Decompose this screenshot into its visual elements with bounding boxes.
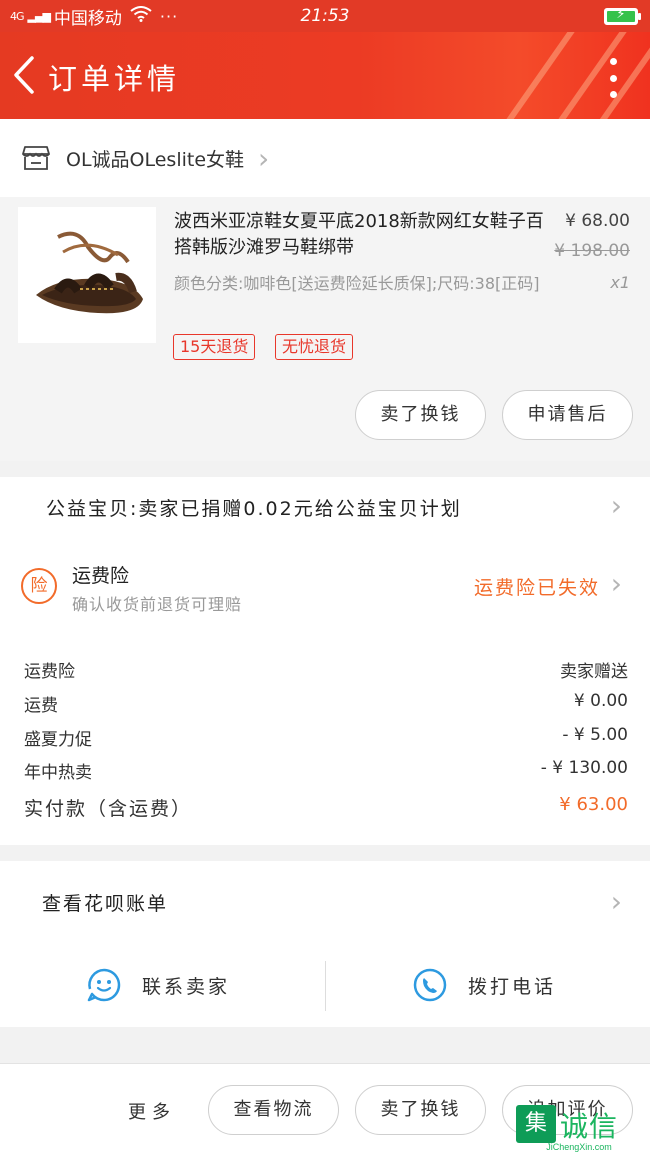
phone-icon — [413, 968, 447, 1002]
page-title: 订单详情 — [48, 62, 181, 96]
insurance-subtitle: 确认收货前退货可理赔 — [72, 595, 243, 614]
more-actions-button[interactable]: 更多 — [128, 1098, 176, 1124]
sell-for-cash-button[interactable]: 卖了换钱 — [355, 390, 486, 440]
signal-icon: 4G — [10, 9, 24, 23]
fee-label: 盛夏力促 — [24, 730, 92, 750]
shop-row[interactable]: OL诚品OLeslite女鞋 › — [0, 119, 650, 197]
huabei-bill-text: 查看花呗账单 — [42, 893, 169, 915]
app-header: 订单详情 — [0, 32, 650, 119]
chat-face-icon — [87, 968, 121, 1002]
contact-seller-label: 联系卖家 — [142, 975, 231, 998]
store-icon — [22, 146, 50, 170]
shop-name: OL诚品OLeslite女鞋 — [66, 148, 245, 171]
chevron-right-icon: › — [258, 141, 270, 175]
divider — [325, 961, 326, 1011]
chevron-right-icon: › — [610, 567, 622, 600]
original-price: ¥ 198.00 — [554, 241, 630, 261]
wifi-icon — [130, 6, 152, 26]
signal-bars-icon: ▂▄▆ — [27, 9, 51, 23]
battery-charging-icon: ⚡ — [604, 7, 641, 25]
total-value: ¥ 63.00 — [559, 794, 628, 815]
clock: 21:53 — [300, 6, 350, 26]
chevron-right-icon: › — [610, 885, 622, 918]
chevron-right-icon: › — [610, 489, 622, 522]
fee-label: 年中热卖 — [24, 763, 92, 783]
insurance-title: 运费险 — [72, 565, 130, 587]
product-price: ¥ 68.00 — [565, 211, 630, 231]
fee-label: 运费 — [24, 696, 58, 716]
tag-15-day-return: 15天退货 — [173, 334, 256, 360]
product-spec: 颜色分类:咖啡色[送运费险延长质保];尺码:38[正码] — [174, 274, 540, 293]
huabei-bill-row[interactable]: 查看花呗账单 › — [0, 861, 650, 943]
tag-worry-free-return: 无忧退货 — [275, 334, 354, 360]
total-row: 实付款（含运费） ¥ 63.00 — [24, 790, 628, 820]
watermark-box: 集 — [516, 1105, 556, 1143]
status-bar: 4G ▂▄▆ 中国移动 ··· 21:53 ⚡ — [0, 0, 650, 32]
fee-label: 运费险 — [24, 662, 75, 682]
charity-text: 公益宝贝:卖家已捐赠0.02元给公益宝贝计划 — [46, 497, 462, 520]
fee-row: 运费险 卖家赠送 — [24, 653, 628, 683]
fee-row: 运费 ¥ 0.00 — [24, 687, 628, 717]
after-sales-button[interactable]: 申请售后 — [502, 390, 633, 440]
call-phone-button[interactable]: 拨打电话 — [412, 967, 556, 1003]
fee-summary: 运费险 卖家赠送 运费 ¥ 0.00 盛夏力促 - ¥ 5.00 年中热卖 - … — [0, 637, 650, 845]
contact-seller-button[interactable]: 联系卖家 — [86, 967, 230, 1003]
insurance-icon: 险 — [21, 568, 57, 604]
product-thumbnail[interactable] — [18, 207, 156, 343]
contact-bar: 联系卖家 拨打电话 — [0, 943, 650, 1027]
insurance-status: 运费险已失效 — [473, 577, 600, 599]
fee-row: 年中热卖 - ¥ 130.00 — [24, 754, 628, 784]
back-arrow-icon[interactable] — [8, 50, 44, 100]
sell-for-cash-button[interactable]: 卖了换钱 — [355, 1085, 486, 1135]
product-title[interactable]: 波西米亚凉鞋女夏平底2018新款网红女鞋子百搭韩版沙滩罗马鞋绑带 — [174, 209, 554, 261]
fee-value: 卖家赠送 — [560, 662, 628, 682]
fee-value: ¥ 0.00 — [573, 691, 628, 711]
watermark-logo: 集 诚信 JiChengXin.com — [516, 1103, 644, 1152]
more-status-icon: ··· — [159, 6, 179, 26]
fee-value: - ¥ 130.00 — [540, 758, 628, 778]
watermark-url: JiChengXin.com — [546, 1142, 612, 1152]
charity-row[interactable]: 公益宝贝:卖家已捐赠0.02元给公益宝贝计划 › — [0, 477, 650, 537]
watermark-text: 诚信 — [560, 1110, 619, 1143]
product-quantity: x1 — [610, 273, 630, 292]
carrier-name: 中国移动 — [53, 8, 122, 29]
more-vertical-icon[interactable] — [606, 58, 620, 98]
fee-value: - ¥ 5.00 — [562, 725, 628, 745]
order-item[interactable]: 波西米亚凉鞋女夏平底2018新款网红女鞋子百搭韩版沙滩罗马鞋绑带 ¥ 68.00… — [0, 197, 650, 461]
fee-row: 盛夏力促 - ¥ 5.00 — [24, 721, 628, 751]
shipping-insurance-row[interactable]: 险 运费险 确认收货前退货可理赔 运费险已失效 › — [0, 537, 650, 637]
total-label: 实付款（含运费） — [24, 798, 193, 820]
call-phone-label: 拨打电话 — [468, 975, 557, 998]
view-logistics-button[interactable]: 查看物流 — [208, 1085, 339, 1135]
